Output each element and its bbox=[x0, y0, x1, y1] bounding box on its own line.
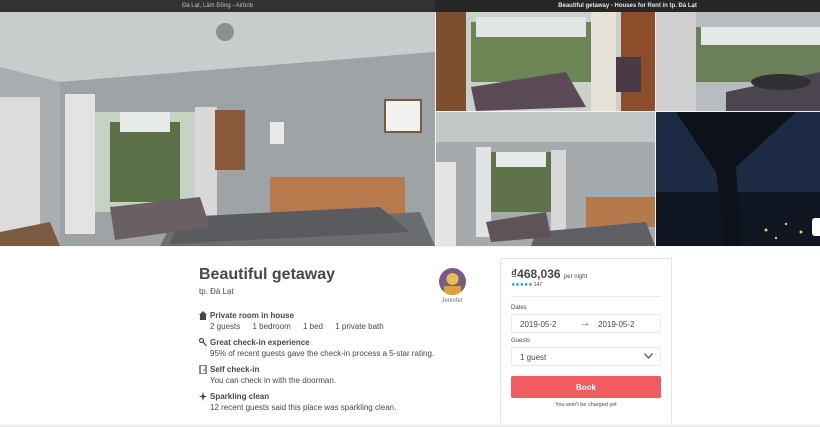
price-unit: per night bbox=[563, 274, 588, 280]
guests-label: Guests bbox=[511, 338, 531, 344]
host-name: Jennifer bbox=[441, 298, 463, 304]
feature-detail: 12 recent guests said this place was spa… bbox=[210, 403, 397, 412]
rating-summary[interactable]: ★★★★★ 147 bbox=[511, 282, 542, 288]
dates-label: Dates bbox=[511, 305, 527, 311]
window-title-right: Beautiful getaway - Houses for Rent in t… bbox=[435, 0, 820, 12]
feature-detail: 95% of recent guests gave the check-in p… bbox=[210, 349, 435, 358]
gallery-next-tab[interactable] bbox=[812, 218, 820, 236]
feature-heading: Private room in house bbox=[210, 311, 295, 320]
guests-selector[interactable]: 1 guest bbox=[511, 347, 661, 366]
feature-heading: Great check-in experience bbox=[210, 338, 310, 347]
date-range-picker: 2019-05-2 → 2019-05-2 bbox=[511, 314, 661, 333]
sparkle-icon bbox=[199, 392, 207, 401]
stat-guests: 2 guests bbox=[210, 322, 241, 331]
guests-value: 1 guest bbox=[520, 353, 547, 362]
bedroom-wide-photo[interactable] bbox=[436, 112, 655, 246]
booking-card: ₫468,036 per night ★★★★★ 147 Dates 2019-… bbox=[500, 258, 672, 425]
check-out-date[interactable]: 2019-05-2 bbox=[598, 320, 634, 329]
guest-relaxing-photo[interactable] bbox=[656, 12, 820, 111]
page-footer-edge bbox=[0, 423, 820, 427]
no-charge-note: You won't be charged yet bbox=[555, 402, 617, 408]
rating-stars-icon: ★★★★★ bbox=[511, 282, 533, 288]
stat-baths: 1 private bath bbox=[335, 322, 384, 331]
stat-bedrooms: 1 bedroom bbox=[252, 322, 291, 331]
check-in-date[interactable]: 2019-05-2 bbox=[520, 320, 556, 329]
room-stats: 2 guests 1 bedroom 1 bed 1 private bath bbox=[210, 322, 394, 331]
feature-heading: Sparkling clean bbox=[210, 392, 270, 401]
listing-title: Beautiful getaway bbox=[199, 266, 336, 283]
key-icon bbox=[199, 338, 207, 347]
door-icon bbox=[199, 365, 207, 374]
host-profile[interactable]: Jennifer bbox=[438, 268, 466, 304]
host-avatar[interactable] bbox=[438, 268, 466, 295]
rating-count: 147 bbox=[533, 282, 543, 288]
nightly-price: ₫468,036 per night bbox=[511, 267, 587, 281]
house-icon bbox=[199, 311, 207, 320]
price-amount: ₫468,036 bbox=[511, 267, 561, 281]
chevron-down-icon bbox=[644, 353, 653, 359]
window-view-photo[interactable] bbox=[436, 12, 655, 111]
book-button[interactable]: Book bbox=[511, 376, 661, 398]
divider bbox=[511, 296, 661, 297]
stat-beds: 1 bed bbox=[302, 322, 323, 331]
feature-heading: Self check-in bbox=[210, 365, 260, 374]
listing-location[interactable]: tp. Đà Lạt bbox=[199, 287, 234, 296]
feature-detail: You can check in with the doorman. bbox=[210, 376, 337, 385]
window-title-left: Đà Lạt, Lâm Đồng - Airbnb bbox=[0, 0, 435, 12]
main-bedroom-photo[interactable] bbox=[0, 12, 435, 246]
night-pine-photo[interactable] bbox=[656, 112, 820, 246]
arrow-right-icon: → bbox=[580, 318, 590, 329]
